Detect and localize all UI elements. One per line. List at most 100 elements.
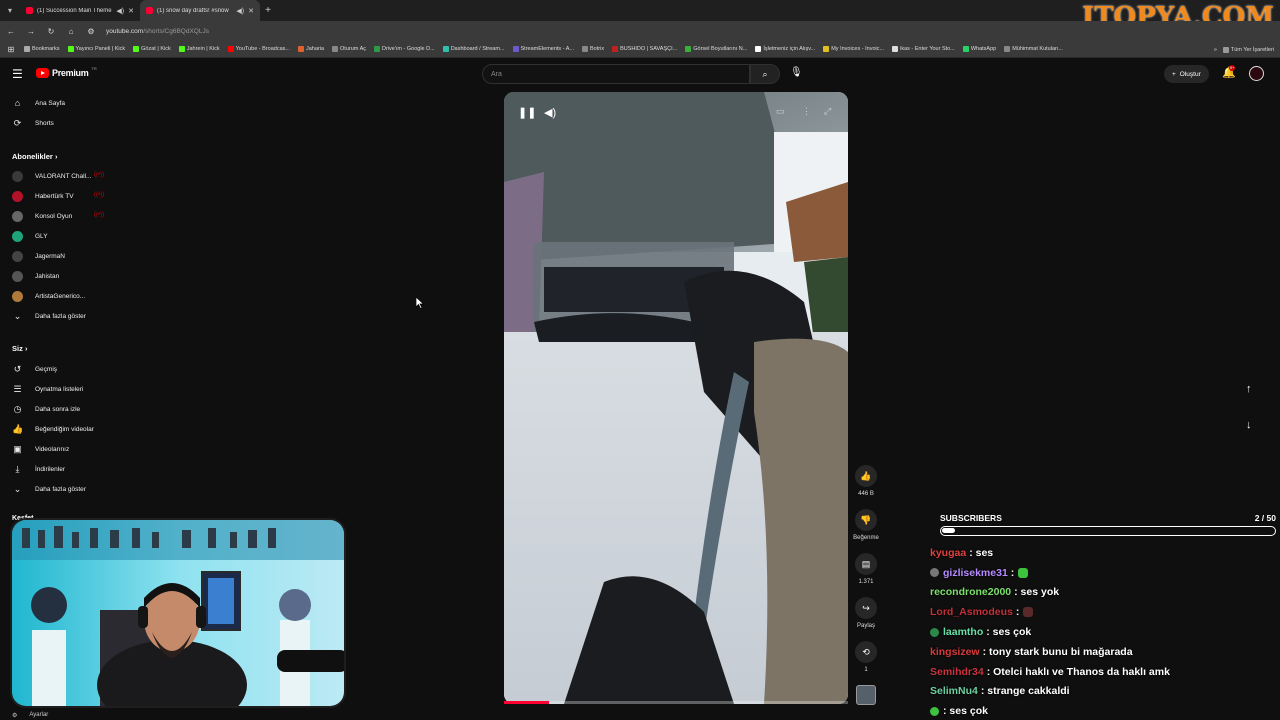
sidebar-sub-konsol[interactable]: Konsol Oyun bbox=[12, 211, 72, 222]
comments-button[interactable]: ▤ 1.371 bbox=[851, 553, 881, 585]
chat-message: laamtho : ses çok bbox=[930, 622, 1276, 642]
video-frame bbox=[504, 92, 848, 704]
show-more-you[interactable]: ⌄ Daha fazla göster bbox=[12, 484, 86, 495]
remix-button[interactable]: ⟲ 1 bbox=[851, 641, 881, 673]
search-input[interactable]: Ara bbox=[482, 64, 750, 84]
dislike-button[interactable]: 👎 Beğenme bbox=[851, 509, 881, 541]
bookmark-item[interactable]: Yayıncı Paneli | Kick bbox=[67, 46, 125, 52]
captions-icon[interactable]: ▭ bbox=[776, 106, 785, 117]
bookmarks-more-button[interactable]: » bbox=[1214, 47, 1217, 53]
you-header[interactable]: Siz › bbox=[12, 344, 27, 353]
sidebar-sub-jagerman[interactable]: JagermaN bbox=[12, 251, 65, 262]
account-avatar[interactable] bbox=[1249, 66, 1264, 81]
sidebar-sub-gly[interactable]: GLY bbox=[12, 231, 48, 242]
url-path: /shorts/Cg6BQdXQLJs bbox=[143, 27, 209, 35]
subscriber-goal-widget: SUBSCRIBERS 2 / 50 bbox=[940, 513, 1276, 536]
all-bookmarks-folder[interactable]: Tüm Yer İşaretleri bbox=[1222, 46, 1274, 53]
youtube-play-icon bbox=[36, 68, 49, 78]
more-options-icon[interactable]: ⋮ bbox=[802, 106, 811, 117]
bookmark-item[interactable]: Gözat | Kick bbox=[133, 46, 171, 52]
chevron-down-icon: ⌄ bbox=[13, 484, 22, 494]
tab-title: (1) Succession Main Theme bbox=[37, 7, 112, 14]
show-more-subscriptions[interactable]: ⌄ Daha fazla göster bbox=[12, 311, 86, 322]
remix-icon: ⟲ bbox=[855, 641, 877, 663]
close-tab-icon[interactable]: ✕ bbox=[248, 7, 254, 15]
bookmark-item[interactable]: Görsel Boyutlarını N... bbox=[685, 46, 747, 52]
bookmark-item[interactable]: StreamElements - A... bbox=[512, 46, 574, 52]
sidebar-item-shorts[interactable]: ⟳ Shorts bbox=[12, 118, 54, 129]
bookmark-item[interactable]: Drive'ım - Google D... bbox=[374, 46, 435, 52]
search-button[interactable]: ⌕ bbox=[750, 64, 780, 84]
chat-badge-icon bbox=[930, 706, 939, 716]
volume-icon[interactable]: ◀) bbox=[544, 106, 556, 119]
bookmark-item[interactable]: ikas - Enter Your Sto... bbox=[892, 46, 955, 52]
previous-short-icon[interactable]: ↑ bbox=[1246, 383, 1252, 395]
bookmark-item[interactable]: Dashboard / Stream... bbox=[442, 46, 505, 52]
webcam-image bbox=[12, 520, 344, 706]
chat-text: : ses çok bbox=[986, 626, 1032, 639]
shorts-video-player[interactable]: ❚❚ ◀) ▭ ⋮ ⤢ bbox=[504, 92, 848, 704]
browser-tab-2[interactable]: (1) snow day drafts! #snow ◀) ✕ bbox=[140, 0, 260, 21]
bookmark-item[interactable]: YouTube - Broadcas... bbox=[227, 46, 290, 52]
bookmark-item[interactable]: İşletmeniz için Alışv... bbox=[755, 46, 815, 52]
video-progress-bar[interactable] bbox=[504, 701, 848, 704]
sidebar-item-playlists[interactable]: ☰ Oynatma listeleri bbox=[12, 384, 83, 395]
sidebar-item-your-videos[interactable]: ▣ Videolarınız bbox=[12, 444, 69, 455]
sidebar-sub-haberturk[interactable]: Habertürk TV bbox=[12, 191, 74, 202]
speaker-icon[interactable]: ◀) bbox=[116, 7, 124, 15]
download-icon: ⤓ bbox=[15, 464, 20, 474]
sidebar-item-history[interactable]: ↺ Geçmiş bbox=[12, 364, 57, 375]
next-short-icon[interactable]: ↓ bbox=[1246, 419, 1252, 431]
sidebar-item-watch-later[interactable]: ◷ Daha sonra izle bbox=[12, 404, 81, 415]
sidebar-sub-jahistan[interactable]: Jahistan bbox=[12, 271, 59, 282]
comment-icon: ▤ bbox=[855, 553, 877, 575]
new-tab-button[interactable]: + bbox=[260, 5, 276, 16]
sidebar-item-settings[interactable]: ⚙ Ayarlar bbox=[12, 712, 48, 719]
bookmark-item[interactable]: Botrix bbox=[582, 46, 604, 52]
chat-text: : bbox=[1015, 606, 1020, 619]
speaker-icon[interactable]: ◀) bbox=[236, 7, 244, 15]
bookmark-item[interactable]: BUSHIDO | SAVAŞÇI... bbox=[612, 46, 677, 52]
subscriptions-header[interactable]: Abonelikler › bbox=[12, 152, 57, 161]
reload-icon[interactable]: ↻ bbox=[46, 27, 56, 36]
channel-avatar bbox=[12, 171, 23, 182]
back-icon[interactable]: ← bbox=[6, 27, 16, 36]
apps-icon[interactable]: ⊞ bbox=[6, 45, 16, 54]
bookmark-item[interactable]: Jaharia bbox=[297, 46, 324, 52]
share-button[interactable]: ↪ Paylaş bbox=[851, 597, 881, 629]
like-button[interactable]: 👍 446 B bbox=[851, 465, 881, 497]
chat-username: kingsizew bbox=[930, 645, 980, 658]
bookmark-item[interactable]: Oturum Aç bbox=[332, 46, 366, 52]
bookmark-item[interactable]: Jahrein | Kick bbox=[178, 46, 220, 52]
sidebar-item-home[interactable]: ⌂ Ana Sayfa bbox=[12, 98, 65, 108]
sidebar-sub-valorant[interactable]: VALORANT Chall... bbox=[12, 171, 91, 182]
browser-tab-1[interactable]: (1) Succession Main Theme ◀) ✕ bbox=[20, 0, 140, 21]
brand-label: Premium bbox=[52, 68, 89, 78]
chat-message: gizlisekme31 : bbox=[930, 563, 1276, 583]
bookmark-item[interactable]: WhatsApp bbox=[962, 46, 996, 52]
url-field[interactable]: youtube.com/shorts/Cg6BQdXQLJs bbox=[106, 28, 209, 35]
close-tab-icon[interactable]: ✕ bbox=[128, 7, 134, 15]
bookmark-item[interactable]: My Invoices - Invoic... bbox=[823, 46, 884, 52]
sound-thumbnail[interactable] bbox=[856, 685, 876, 705]
tab-list-icon[interactable]: ▾ bbox=[0, 6, 20, 15]
microphone-icon[interactable]: 🎙 bbox=[790, 67, 803, 78]
home-browser-icon[interactable]: ⌂ bbox=[66, 27, 76, 36]
hamburger-menu-icon[interactable]: ☰ bbox=[12, 67, 23, 81]
sidebar-item-liked[interactable]: 👍 Beğendiğim videolar bbox=[12, 424, 94, 435]
channel-avatar bbox=[12, 251, 23, 262]
fullscreen-icon[interactable]: ⤢ bbox=[824, 106, 831, 117]
chat-username: SelimNu4 bbox=[930, 685, 978, 698]
pause-icon[interactable]: ❚❚ bbox=[518, 106, 536, 119]
gear-icon: ⚙ bbox=[12, 713, 18, 719]
sidebar-sub-artista[interactable]: ArtistaGenerico... bbox=[12, 291, 85, 302]
forward-icon[interactable]: → bbox=[26, 27, 36, 36]
site-info-icon[interactable]: ⚙ bbox=[86, 27, 96, 36]
youtube-premium-logo[interactable]: Premium TR bbox=[36, 66, 97, 78]
create-button[interactable]: + Oluştur bbox=[1164, 65, 1209, 83]
sidebar-item-downloads[interactable]: ⤓ İndirilenler bbox=[12, 464, 66, 475]
mouse-cursor-icon bbox=[415, 296, 425, 314]
create-label: Oluştur bbox=[1179, 70, 1201, 78]
bookmark-item[interactable]: Mühimmat Kutuları... bbox=[1004, 46, 1063, 52]
bookmark-item[interactable]: Bookmarks bbox=[24, 46, 60, 52]
